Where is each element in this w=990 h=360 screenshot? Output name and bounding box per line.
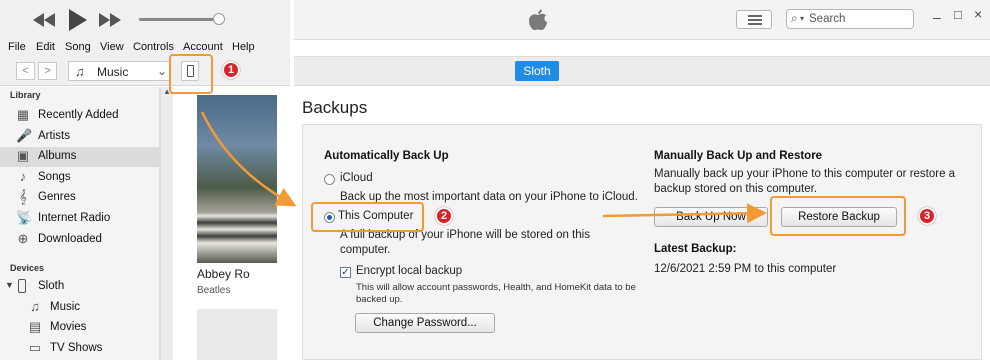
arrow-step1-to-step2 <box>200 111 297 207</box>
annotation-arrows <box>200 111 767 224</box>
arrow-step2-to-step3 <box>602 203 767 224</box>
